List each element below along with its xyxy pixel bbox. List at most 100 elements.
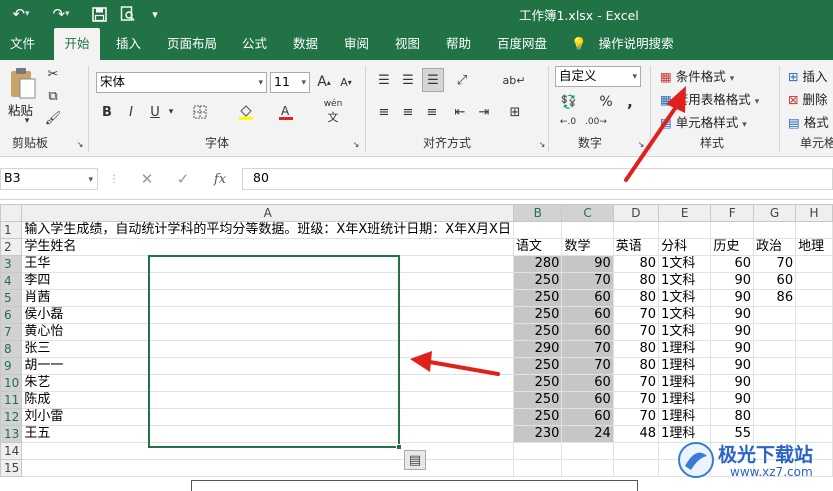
cell-h1[interactable] xyxy=(795,221,833,239)
row-header-8[interactable]: 8 xyxy=(0,340,23,358)
tab-view[interactable]: 视图 xyxy=(395,28,420,60)
row-header-14[interactable]: 14 xyxy=(0,442,23,460)
cell-e8[interactable]: 1理科 xyxy=(658,340,712,358)
cell-g4[interactable]: 60 xyxy=(753,272,797,290)
customize-qat-icon[interactable]: ▾ xyxy=(146,4,164,24)
conditional-formatting-button[interactable]: ▦ 条件格式 ▾ xyxy=(660,66,734,85)
tab-page-layout[interactable]: 页面布局 xyxy=(167,28,217,60)
font-size-box[interactable]: 11 ▾ xyxy=(270,72,310,93)
cell-g10[interactable] xyxy=(753,374,797,392)
cancel-icon[interactable]: ✕ xyxy=(136,170,158,188)
tab-home[interactable]: 开始 xyxy=(54,28,100,60)
cell-c15[interactable] xyxy=(561,459,614,477)
cut-icon[interactable]: ✂ xyxy=(42,64,64,84)
cell-c14[interactable] xyxy=(561,442,614,460)
cell-a14[interactable] xyxy=(21,442,514,460)
cell-a9[interactable]: 胡一一 xyxy=(21,357,514,375)
cell-b5[interactable]: 250 xyxy=(512,289,563,307)
cell-b3[interactable]: 280 xyxy=(512,255,563,273)
cell-g11[interactable] xyxy=(753,391,797,409)
row-header-2[interactable]: 2 xyxy=(0,238,23,256)
name-box[interactable]: B3 ▾ xyxy=(0,168,98,190)
cell-f12[interactable]: 80 xyxy=(710,408,755,426)
format-as-table-button[interactable]: ▦ 套用表格格式 ▾ xyxy=(660,89,759,108)
cell-a15[interactable] xyxy=(21,459,514,477)
enter-icon[interactable]: ✓ xyxy=(172,170,194,188)
cell-d9[interactable]: 80 xyxy=(612,357,660,375)
cell-a8[interactable]: 张三 xyxy=(21,340,514,358)
row-header-3[interactable]: 3 xyxy=(0,255,23,273)
align-left-icon[interactable]: ≡ xyxy=(374,102,394,122)
row-header-11[interactable]: 11 xyxy=(0,391,23,409)
cell-h11[interactable] xyxy=(795,391,833,409)
tab-data[interactable]: 数据 xyxy=(293,28,318,60)
cell-d10[interactable]: 70 xyxy=(612,374,660,392)
cell-d2[interactable]: 英语 xyxy=(612,238,660,256)
phonetic-guide-icon[interactable]: wén 文 xyxy=(322,99,344,124)
column-header-e[interactable]: E xyxy=(658,204,712,222)
cell-g6[interactable] xyxy=(753,306,797,324)
cell-g8[interactable] xyxy=(753,340,797,358)
cell-e11[interactable]: 1理科 xyxy=(658,391,712,409)
cell-c8[interactable]: 70 xyxy=(561,340,614,358)
cell-h4[interactable] xyxy=(795,272,833,290)
cell-f4[interactable]: 90 xyxy=(710,272,755,290)
format-painter-icon[interactable]: 🖌 xyxy=(42,108,64,128)
align-bottom-icon[interactable]: ☰ xyxy=(422,68,444,92)
cell-d3[interactable]: 80 xyxy=(612,255,660,273)
font-size-dropdown-icon[interactable]: ▾ xyxy=(301,74,306,92)
row-header-6[interactable]: 6 xyxy=(0,306,23,324)
tab-baidu-netdisk[interactable]: 百度网盘 xyxy=(497,28,547,60)
cell-h6[interactable] xyxy=(795,306,833,324)
number-format-dropdown-icon[interactable]: ▾ xyxy=(632,68,637,86)
print-preview-icon[interactable] xyxy=(116,4,138,24)
format-cells-button[interactable]: ▤ 格式 xyxy=(788,112,829,131)
quick-analysis-icon[interactable]: ▤ xyxy=(404,450,426,470)
cell-c11[interactable]: 60 xyxy=(561,391,614,409)
cell-f6[interactable]: 90 xyxy=(710,306,755,324)
cell-a7[interactable]: 黄心怡 xyxy=(21,323,514,341)
cell-d6[interactable]: 70 xyxy=(612,306,660,324)
select-all-corner[interactable] xyxy=(0,204,23,222)
column-header-a[interactable]: A xyxy=(21,204,514,222)
cell-a3[interactable]: 王华 xyxy=(21,255,514,273)
redo-icon[interactable]: ↷ ▾ xyxy=(48,4,74,24)
grow-font-icon[interactable]: A ▴ xyxy=(315,72,333,92)
number-launcher-icon[interactable]: ↘ xyxy=(637,140,645,149)
column-header-d[interactable]: D xyxy=(612,204,660,222)
cell-e7[interactable]: 1文科 xyxy=(658,323,712,341)
cell-b12[interactable]: 250 xyxy=(512,408,563,426)
cell-d1[interactable] xyxy=(613,221,660,239)
cell-c2[interactable]: 数学 xyxy=(561,238,614,256)
align-top-icon[interactable]: ☰ xyxy=(374,70,394,90)
paste-icon[interactable] xyxy=(6,64,40,104)
cell-a10[interactable]: 朱艺 xyxy=(21,374,514,392)
decrease-decimal-icon[interactable]: .00→ xyxy=(584,112,608,132)
tab-formulas[interactable]: 公式 xyxy=(242,28,267,60)
cell-b14[interactable] xyxy=(512,442,563,460)
underline-button[interactable]: U xyxy=(146,102,164,122)
cell-h10[interactable] xyxy=(795,374,833,392)
accounting-format-icon[interactable]: 💱 xyxy=(556,92,582,112)
percent-style-icon[interactable]: % xyxy=(596,92,616,112)
cell-a6[interactable]: 侯小磊 xyxy=(21,306,514,324)
cell-d13[interactable]: 48 xyxy=(612,425,660,443)
insert-cells-button[interactable]: ⊞ 插入 xyxy=(788,66,827,85)
font-name-dropdown-icon[interactable]: ▾ xyxy=(258,74,263,92)
cell-b6[interactable]: 250 xyxy=(512,306,563,324)
cell-f7[interactable]: 90 xyxy=(710,323,755,341)
bold-button[interactable]: B xyxy=(98,102,116,122)
cell-c1[interactable] xyxy=(561,221,614,239)
cell-c3[interactable]: 90 xyxy=(561,255,614,273)
cell-g2[interactable]: 政治 xyxy=(753,238,797,256)
cell-a11[interactable]: 陈成 xyxy=(21,391,514,409)
font-color-icon[interactable]: A xyxy=(276,102,296,122)
alignment-launcher-icon[interactable]: ↘ xyxy=(538,140,546,149)
undo-icon[interactable]: ↶ ▾ xyxy=(8,4,34,24)
paste-dropdown-icon[interactable]: ▾ xyxy=(22,116,32,126)
row-header-9[interactable]: 9 xyxy=(0,357,23,375)
cell-h2[interactable]: 地理 xyxy=(795,238,833,256)
cell-e2[interactable]: 分科 xyxy=(658,238,712,256)
cell-styles-button[interactable]: ▤ 单元格样式 ▾ xyxy=(660,112,747,131)
cell-c12[interactable]: 60 xyxy=(561,408,614,426)
